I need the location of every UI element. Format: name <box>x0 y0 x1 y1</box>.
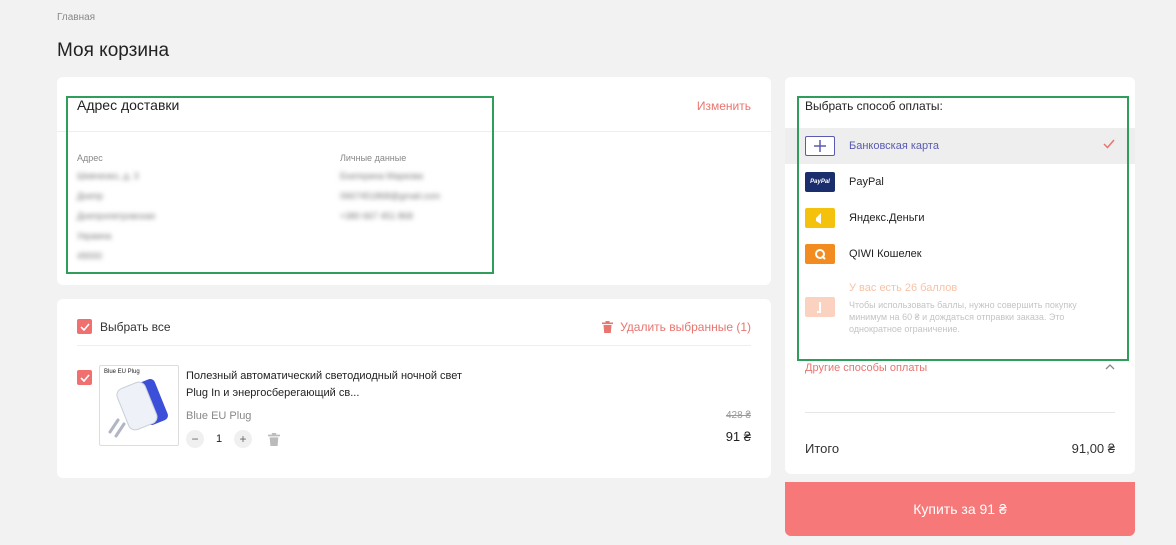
payment-method-paypal[interactable]: PayPal PayPal <box>785 164 1135 200</box>
divider <box>57 131 771 132</box>
address-line: Днепр <box>77 191 103 201</box>
decrease-quantity-button[interactable]: − <box>186 430 204 448</box>
payment-method-qiwi[interactable]: QIWI Кошелек <box>785 236 1135 272</box>
other-payment-methods-link[interactable]: Другие способы оплаты <box>805 362 927 374</box>
change-address-link[interactable]: Изменить <box>697 99 751 113</box>
product-variant: Blue EU Plug <box>186 410 252 422</box>
personal-data-column: Личные данные Екатерина Маркова 06674518… <box>340 153 440 229</box>
bank-card-icon <box>805 136 835 156</box>
select-all-checkbox[interactable] <box>77 319 92 334</box>
address-column: Адрес Шевченко, д. 3 Днепр Днепропетровс… <box>77 153 155 269</box>
address-label: Адрес <box>77 153 103 163</box>
address-line: 49000 <box>77 251 103 261</box>
select-all-label: Выбрать все <box>100 319 171 334</box>
quantity-stepper: − 1 + <box>186 430 280 448</box>
bonus-points-title: У вас есть 26 баллов <box>849 282 958 294</box>
bonus-points-description: Чтобы использовать баллы, нужно совершит… <box>849 300 1077 334</box>
address-line: Шевченко, д. 3 <box>77 171 139 181</box>
increase-quantity-button[interactable]: + <box>234 430 252 448</box>
select-all[interactable]: Выбрать все <box>77 319 171 334</box>
cart-card: Выбрать все Удалить выбранные (1) Blue E… <box>57 299 771 478</box>
paypal-icon: PayPal <box>805 172 835 192</box>
payment-method-label: Яндекс.Деньги <box>849 212 925 224</box>
price: 91 ₴ <box>725 429 751 444</box>
total-label: Итого <box>805 441 840 456</box>
payment-method-bank-card[interactable]: Банковская карта <box>785 128 1135 164</box>
quantity-value: 1 <box>215 433 223 445</box>
yandex-money-icon <box>805 208 835 228</box>
breadcrumb[interactable]: Главная <box>57 12 95 23</box>
trash-icon <box>602 321 614 333</box>
payment-method-label: PayPal <box>849 176 884 188</box>
check-icon <box>79 322 90 331</box>
payment-title: Выбрать способ оплаты: <box>805 99 943 113</box>
personal-data-label: Личные данные <box>340 153 407 163</box>
personal-line: Екатерина Маркова <box>340 171 423 181</box>
check-icon <box>79 373 90 382</box>
delivery-address-card: Адрес доставки Изменить Адрес Шевченко, … <box>57 77 771 285</box>
bonus-points-icon <box>805 297 835 317</box>
chevron-up-icon[interactable] <box>1105 364 1115 370</box>
product-thumbnail[interactable]: Blue EU Plug <box>99 365 179 446</box>
item-checkbox[interactable] <box>77 370 92 385</box>
delete-selected-button[interactable]: Удалить выбранные (1) <box>602 320 751 334</box>
buy-button[interactable]: Купить за 91 ₴ <box>785 482 1135 536</box>
night-light-image <box>108 378 168 438</box>
divider <box>77 345 751 346</box>
qiwi-icon <box>805 244 835 264</box>
personal-line: +380 667 451 868 <box>340 211 413 221</box>
address-line: Днепропетровская <box>77 211 155 221</box>
remove-item-button[interactable] <box>268 432 280 446</box>
payment-method-yandex[interactable]: Яндекс.Деньги <box>785 200 1135 236</box>
payment-method-label: QIWI Кошелек <box>849 248 922 260</box>
old-price: 428 ₴ <box>725 410 751 421</box>
divider <box>805 412 1115 413</box>
trash-icon <box>268 432 280 446</box>
delete-selected-label: Удалить выбранные (1) <box>620 320 751 334</box>
address-line: Украина <box>77 231 112 241</box>
selected-check-icon <box>1103 139 1115 149</box>
thumbnail-caption: Blue EU Plug <box>104 369 140 375</box>
payment-card: Выбрать способ оплаты: Банковская карта … <box>785 77 1135 474</box>
delivery-address-title: Адрес доставки <box>77 97 180 113</box>
payment-method-label: Банковская карта <box>849 140 939 152</box>
product-title[interactable]: Полезный автоматический светодиодный ноч… <box>186 368 466 402</box>
personal-line: 0667451868@gmail.com <box>340 191 441 201</box>
page-title: Моя корзина <box>57 40 170 61</box>
total-value: 91,00 ₴ <box>1071 441 1115 456</box>
